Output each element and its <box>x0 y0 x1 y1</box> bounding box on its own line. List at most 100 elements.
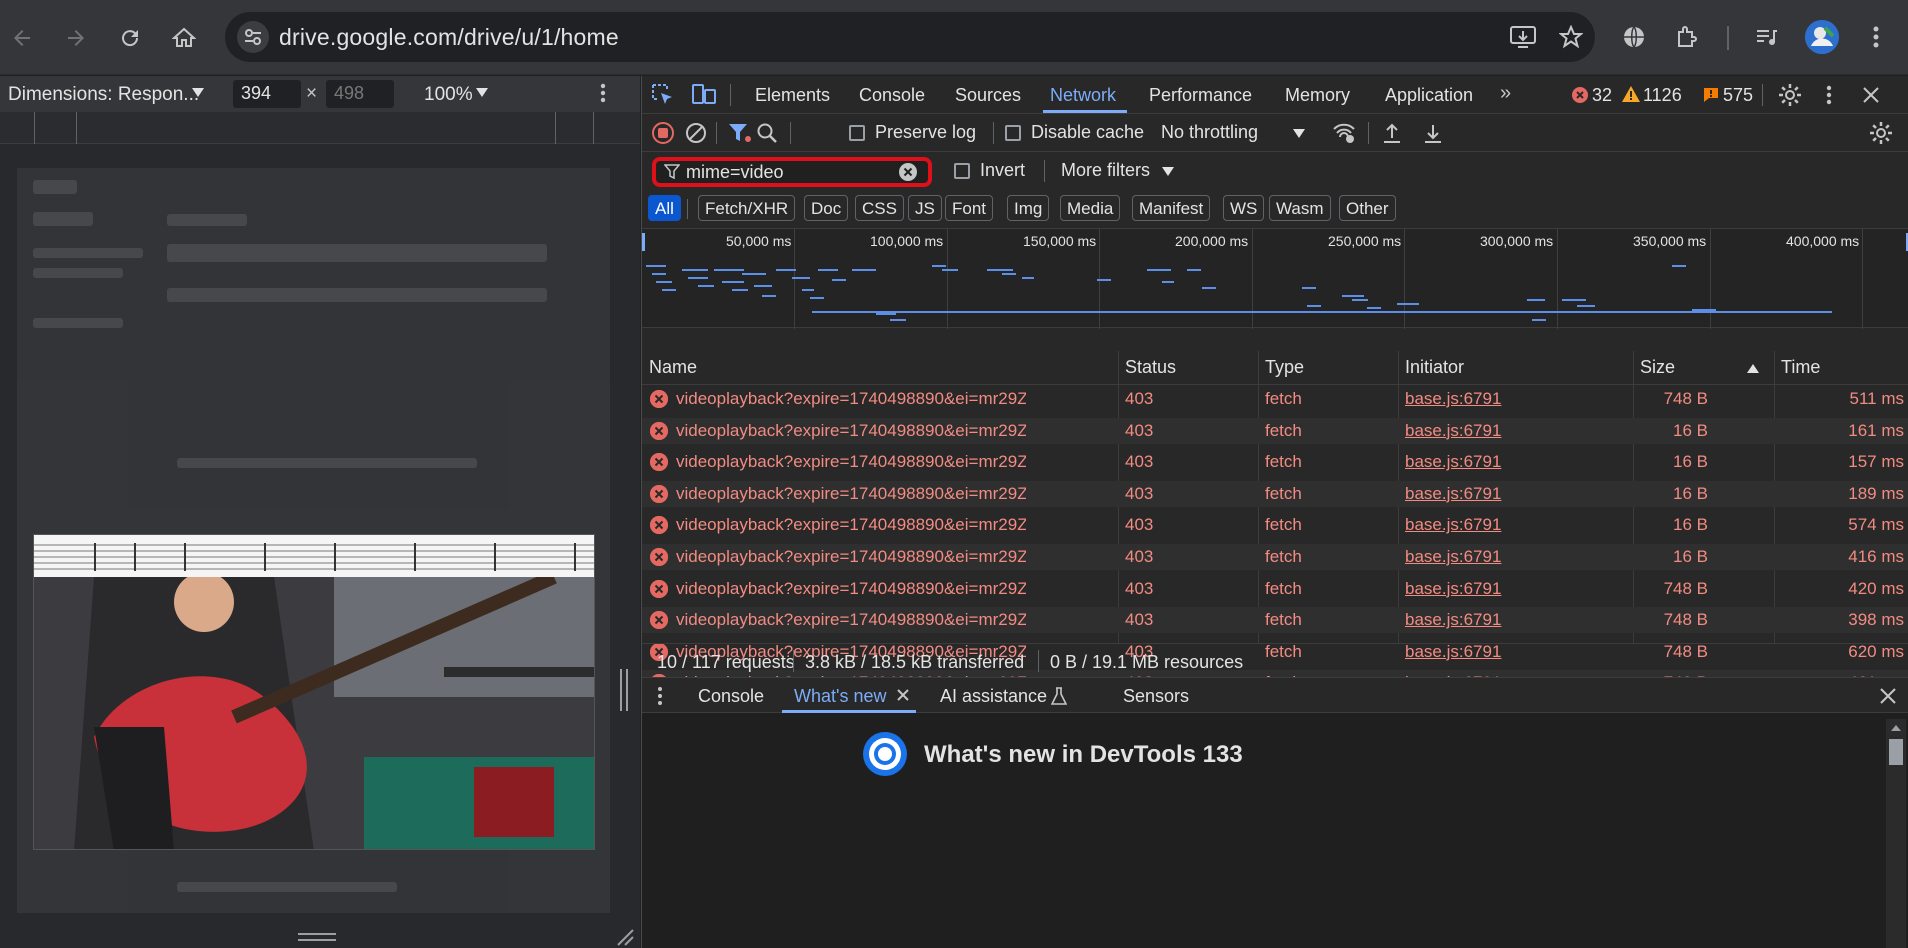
reload-icon[interactable] <box>112 20 148 56</box>
drawer-tab-whats-new[interactable]: What's new <box>794 686 886 707</box>
request-initiator-link[interactable]: base.js:6791 <box>1405 610 1501 630</box>
column-name[interactable]: Name <box>649 357 697 378</box>
type-filter-media[interactable]: Media <box>1060 195 1121 221</box>
home-icon[interactable] <box>166 20 202 56</box>
type-filter-wasm[interactable]: Wasm <box>1269 195 1331 221</box>
request-name[interactable]: videoplayback?expire=1740498890&ei=mr29Z… <box>676 452 1026 472</box>
column-status[interactable]: Status <box>1125 357 1176 378</box>
network-settings-icon[interactable] <box>1869 121 1893 145</box>
tab-network[interactable]: Network <box>1050 85 1116 106</box>
height-input[interactable]: 498 <box>326 80 394 108</box>
throttling-select[interactable]: No throttling <box>1161 122 1258 143</box>
corner-resize-handle[interactable] <box>616 928 634 946</box>
request-initiator-link[interactable]: base.js:6791 <box>1405 484 1501 504</box>
back-arrow-icon[interactable] <box>4 20 40 56</box>
media-control-icon[interactable] <box>1749 20 1783 54</box>
warning-icon[interactable] <box>1622 86 1640 102</box>
export-har-icon[interactable] <box>1423 122 1443 144</box>
dimensions-dropdown-icon[interactable] <box>192 88 204 97</box>
devtools-more-icon[interactable] <box>1826 84 1832 106</box>
request-initiator-link[interactable]: base.js:6791 <box>1405 515 1501 535</box>
table-row[interactable]: videoplayback?expire=1740498890&ei=mr29Z… <box>642 576 1908 602</box>
zoom-dropdown-icon[interactable] <box>476 88 488 97</box>
preserve-log-checkbox[interactable] <box>849 125 865 141</box>
type-filter-css[interactable]: CSS <box>855 195 904 221</box>
request-initiator-link[interactable]: base.js:6791 <box>1405 421 1501 441</box>
address-bar[interactable]: drive.google.com/drive/u/1/home <box>225 12 1595 62</box>
request-initiator-link[interactable]: base.js:6791 <box>1405 452 1501 472</box>
column-size[interactable]: Size <box>1640 357 1675 378</box>
drawer-tab-ai-assistance[interactable]: AI assistance <box>940 686 1047 707</box>
filter-funnel-icon[interactable] <box>728 122 752 144</box>
device-more-icon[interactable] <box>600 82 606 104</box>
column-initiator[interactable]: Initiator <box>1405 357 1464 378</box>
more-filters-button[interactable]: More filters <box>1061 160 1150 181</box>
extensions-icon[interactable] <box>1670 20 1704 54</box>
type-filter-fetch[interactable]: Fetch/XHR <box>698 195 796 221</box>
request-name[interactable]: videoplayback?expire=1740498890&ei=mr29Z… <box>676 579 1026 599</box>
request-name[interactable]: videoplayback?expire=1740498890&ei=mr29Z… <box>676 389 1026 409</box>
tab-sources[interactable]: Sources <box>955 85 1021 106</box>
table-row[interactable]: videoplayback?expire=1740498890&ei=mr29Z… <box>642 449 1908 475</box>
disable-cache-checkbox[interactable] <box>1005 125 1021 141</box>
table-row[interactable]: videoplayback?expire=1740498890&ei=mr29Z… <box>642 480 1908 507</box>
table-row[interactable]: videoplayback?expire=1740498890&ei=mr29Z… <box>642 417 1908 444</box>
close-devtools-icon[interactable] <box>1862 86 1880 104</box>
table-row[interactable]: videoplayback?expire=1740498890&ei=mr29Z… <box>642 544 1908 570</box>
tab-performance[interactable]: Performance <box>1149 85 1252 106</box>
stop-recording-icon[interactable] <box>652 122 674 144</box>
issues-icon[interactable] <box>1703 87 1719 103</box>
throttling-dropdown-icon[interactable] <box>1293 129 1305 138</box>
install-app-icon[interactable] <box>1508 22 1538 52</box>
filter-input-box[interactable]: mime=video <box>652 157 932 187</box>
request-name[interactable]: videoplayback?expire=1740498890&ei=mr29Z… <box>676 547 1026 567</box>
column-time[interactable]: Time <box>1781 357 1820 378</box>
close-drawer-icon[interactable] <box>1879 687 1897 705</box>
search-icon[interactable] <box>756 122 778 144</box>
bottom-resize-handle[interactable] <box>298 933 336 941</box>
import-har-icon[interactable] <box>1382 122 1402 144</box>
settings-gear-icon[interactable] <box>1778 83 1802 107</box>
tab-console[interactable]: Console <box>859 85 925 106</box>
drawer-scrollbar[interactable] <box>1886 719 1906 948</box>
inspect-element-icon[interactable] <box>652 84 674 106</box>
tab-elements[interactable]: Elements <box>755 85 830 106</box>
table-row[interactable]: videoplayback?expire=1740498890&ei=mr29Z… <box>642 512 1908 538</box>
request-name[interactable]: videoplayback?expire=1740498890&ei=mr29Z… <box>676 421 1026 441</box>
drawer-tab-sensors[interactable]: Sensors <box>1123 686 1189 707</box>
dimensions-select[interactable]: Dimensions: Respon... <box>8 84 199 106</box>
more-tabs-icon[interactable]: » <box>1500 82 1511 105</box>
filter-input[interactable]: mime=video <box>686 162 784 183</box>
invert-label[interactable]: Invert <box>980 160 1025 181</box>
type-filter-other[interactable]: Other <box>1339 195 1396 221</box>
device-toolbar-icon[interactable] <box>692 84 716 106</box>
drawer-tab-console[interactable]: Console <box>698 686 764 707</box>
viewport-resize-handle[interactable] <box>620 669 628 711</box>
type-filter-ws[interactable]: WS <box>1223 195 1265 221</box>
table-row[interactable]: videoplayback?expire=1740498890&ei=mr29Z… <box>642 386 1908 412</box>
forward-arrow-icon[interactable] <box>58 20 94 56</box>
type-filter-img[interactable]: Img <box>1007 195 1050 221</box>
issue-count[interactable]: 575 <box>1723 85 1753 106</box>
request-initiator-link[interactable]: base.js:6791 <box>1405 579 1501 599</box>
preserve-log-label[interactable]: Preserve log <box>875 122 976 143</box>
request-name[interactable]: videoplayback?expire=1740498890&ei=mr29Z… <box>676 484 1026 504</box>
type-filter-doc[interactable]: Doc <box>804 195 849 221</box>
error-count[interactable]: 32 <box>1592 85 1612 106</box>
video-preview[interactable] <box>33 534 595 850</box>
invert-checkbox[interactable] <box>954 163 970 179</box>
site-info-icon[interactable] <box>237 21 269 53</box>
media-query-ruler[interactable] <box>0 112 640 144</box>
tab-application[interactable]: Application <box>1385 85 1473 106</box>
error-icon[interactable] <box>1572 87 1588 103</box>
close-tab-icon[interactable] <box>897 689 909 701</box>
type-filter-manifest[interactable]: Manifest <box>1132 195 1211 221</box>
type-filter-all[interactable]: All <box>648 195 681 221</box>
column-type[interactable]: Type <box>1265 357 1304 378</box>
network-conditions-icon[interactable] <box>1332 122 1356 144</box>
globe-icon[interactable] <box>1617 20 1651 54</box>
profile-avatar[interactable] <box>1805 20 1839 54</box>
width-input[interactable]: 394 <box>233 80 301 108</box>
request-name[interactable]: videoplayback?expire=1740498890&ei=mr29Z… <box>676 610 1026 630</box>
type-filter-js[interactable]: JS <box>908 195 942 221</box>
